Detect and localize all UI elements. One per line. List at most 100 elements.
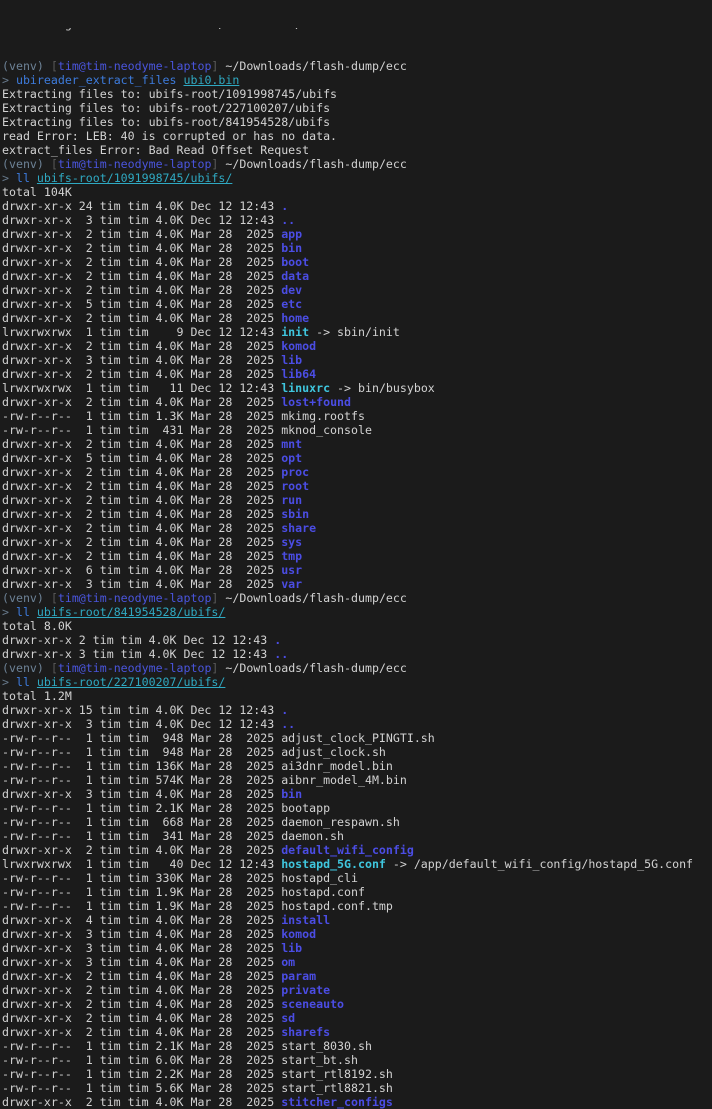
terminal-text-segment: -rw-r--r-- 1 tim tim 5.6K Mar 28 2025 st… (2, 1081, 393, 1095)
terminal-text-segment: etc (281, 297, 303, 311)
terminal-text-segment: drwxr-xr-x 2 tim tim 4.0K Mar 28 2025 (2, 339, 282, 353)
terminal-line: drwxr-xr-x 3 tim tim 4.0K Dec 12 12:43 .… (0, 213, 712, 227)
terminal-partial-top-line: Extracting files to: ubifs-root/10919987… (0, 28, 712, 31)
terminal-text-segment: drwxr-xr-x 2 tim tim 4.0K Mar 28 2025 (2, 367, 282, 381)
terminal-line: -rw-r--r-- 1 tim tim 1.9K Mar 28 2025 ho… (0, 899, 712, 913)
terminal-line: Extracting files to: ubifs-root/22710020… (0, 101, 712, 115)
terminal-line: drwxr-xr-x 5 tim tim 4.0K Mar 28 2025 et… (0, 297, 712, 311)
terminal-text-segment: total 104K (2, 185, 72, 199)
terminal-text-segment: drwxr-xr-x 24 tim tim 4.0K Dec 12 12:43 (2, 199, 282, 213)
terminal-line: drwxr-xr-x 2 tim tim 4.0K Mar 28 2025 bo… (0, 255, 712, 269)
terminal-line: drwxr-xr-x 2 tim tim 4.0K Mar 28 2025 mn… (0, 437, 712, 451)
terminal-text-segment: drwxr-xr-x 3 tim tim 4.0K Dec 12 12:43 (2, 717, 282, 731)
terminal-text-segment: ubi0.bin (183, 73, 240, 87)
terminal-line: drwxr-xr-x 2 tim tim 4.0K Mar 28 2025 pa… (0, 969, 712, 983)
terminal-line: drwxr-xr-x 2 tim tim 4.0K Mar 28 2025 ho… (0, 311, 712, 325)
terminal-text-segment: drwxr-xr-x 2 tim tim 4.0K Mar 28 2025 (2, 843, 282, 857)
terminal-text-segment: -rw-r--r-- 1 tim tim 6.0K Mar 28 2025 st… (2, 1053, 358, 1067)
terminal-text-segment: ll (15, 675, 37, 689)
terminal-line: total 8.0K (0, 619, 712, 633)
terminal-line: drwxr-xr-x 2 tim tim 4.0K Mar 28 2025 de… (0, 843, 712, 857)
terminal-text-segment: -rw-r--r-- 1 tim tim 1.9K Mar 28 2025 ho… (2, 885, 365, 899)
terminal-text-segment: Extracting files to: ubifs-root/84195452… (2, 115, 331, 129)
terminal-text-segment: bin (281, 787, 303, 801)
terminal-text-segment: drwxr-xr-x 2 tim tim 4.0K Mar 28 2025 (2, 535, 282, 549)
terminal-text-segment: drwxr-xr-x 2 tim tim 4.0K Mar 28 2025 (2, 997, 282, 1011)
terminal-line: drwxr-xr-x 2 tim tim 4.0K Mar 28 2025 lo… (0, 395, 712, 409)
terminal-text-segment: drwxr-xr-x 3 tim tim 4.0K Mar 28 2025 (2, 941, 282, 955)
terminal-text-segment: drwxr-xr-x 2 tim tim 4.0K Mar 28 2025 (2, 437, 282, 451)
terminal-text-segment: drwxr-xr-x 2 tim tim 4.0K Mar 28 2025 (2, 395, 282, 409)
terminal-text-segment: share (281, 521, 317, 535)
terminal-text-segment: (venv) (2, 591, 51, 605)
terminal-line: -rw-r--r-- 1 tim tim 668 Mar 28 2025 dae… (0, 815, 712, 829)
terminal-text-segment: -rw-r--r-- 1 tim tim 948 Mar 28 2025 adj… (2, 731, 435, 745)
terminal-text-segment: hostapd_5G.conf (281, 857, 386, 871)
terminal-text-segment: Extracting files to: ubifs-root/10919987… (2, 28, 337, 31)
terminal-line: drwxr-xr-x 4 tim tim 4.0K Mar 28 2025 in… (0, 913, 712, 927)
terminal-text-segment: tim@tim-neodyme-laptop (57, 591, 212, 605)
terminal-text-segment: (venv) (2, 59, 51, 73)
terminal-text-segment: . (274, 633, 282, 647)
terminal-line: (venv) [tim@tim-neodyme-laptop] ~/Downlo… (0, 591, 712, 605)
terminal-text-segment: drwxr-xr-x 2 tim tim 4.0K Mar 28 2025 (2, 493, 282, 507)
terminal-text-segment: [ (50, 591, 58, 605)
terminal-text-segment: proc (281, 465, 310, 479)
terminal-line: -rw-r--r-- 1 tim tim 5.6K Mar 28 2025 st… (0, 1081, 712, 1095)
terminal-text-segment: -rw-r--r-- 1 tim tim 2.2K Mar 28 2025 st… (2, 1067, 393, 1081)
terminal-text-segment: sharefs (281, 1025, 331, 1039)
terminal-text-segment: drwxr-xr-x 3 tim tim 4.0K Mar 28 2025 (2, 577, 282, 591)
terminal-line: drwxr-xr-x 2 tim tim 4.0K Mar 28 2025 ru… (0, 493, 712, 507)
terminal-text-segment: drwxr-xr-x 6 tim tim 4.0K Mar 28 2025 (2, 563, 282, 577)
terminal-text-segment: drwxr-xr-x 3 tim tim 4.0K Mar 28 2025 (2, 955, 282, 969)
terminal-line: drwxr-xr-x 2 tim tim 4.0K Mar 28 2025 bi… (0, 241, 712, 255)
terminal-text-segment: drwxr-xr-x 2 tim tim 4.0K Mar 28 2025 (2, 465, 282, 479)
terminal-text-segment: -rw-r--r-- 1 tim tim 1.3K Mar 28 2025 mk… (2, 409, 365, 423)
terminal-line: -rw-r--r-- 1 tim tim 2.2K Mar 28 2025 st… (0, 1067, 712, 1081)
terminal-text-segment: [ (50, 661, 58, 675)
terminal-line: total 104K (0, 185, 712, 199)
terminal-text-segment: sys (281, 535, 303, 549)
terminal-text-segment: drwxr-xr-x 5 tim tim 4.0K Mar 28 2025 (2, 451, 282, 465)
terminal-text-segment: drwxr-xr-x 5 tim tim 4.0K Mar 28 2025 (2, 297, 282, 311)
terminal-line: > ll ubifs-root/841954528/ubifs/ (0, 605, 712, 619)
terminal-line: lrwxrwxrwx 1 tim tim 9 Dec 12 12:43 init… (0, 325, 712, 339)
terminal-text-segment: linuxrc (281, 381, 331, 395)
terminal-line: -rw-r--r-- 1 tim tim 341 Mar 28 2025 dae… (0, 829, 712, 843)
terminal-text-segment: .. (281, 213, 296, 227)
terminal-text-segment: drwxr-xr-x 3 tim tim 4.0K Mar 28 2025 (2, 787, 282, 801)
terminal-text-segment: param (281, 969, 317, 983)
terminal-text-segment: ubifs-root/841954528/ubifs/ (36, 605, 226, 619)
terminal-line: drwxr-xr-x 3 tim tim 4.0K Mar 28 2025 om (0, 955, 712, 969)
terminal-line: -rw-r--r-- 1 tim tim 431 Mar 28 2025 mkn… (0, 423, 712, 437)
terminal-text-segment: lrwxrwxrwx 1 tim tim 9 Dec 12 12:43 (2, 325, 282, 339)
terminal-line: > ll ubifs-root/227100207/ubifs/ (0, 675, 712, 689)
terminal-text-segment: drwxr-xr-x 2 tim tim 4.0K Mar 28 2025 (2, 255, 282, 269)
terminal-text-segment: private (281, 983, 331, 997)
terminal-text-segment: -rw-r--r-- 1 tim tim 330K Mar 28 2025 ho… (2, 871, 358, 885)
terminal-text-segment: om (281, 955, 296, 969)
terminal-text-segment: .. (274, 647, 289, 661)
terminal-text-segment: lib (281, 353, 303, 367)
terminal-text-segment: drwxr-xr-x 3 tim tim 4.0K Dec 12 12:43 (2, 647, 275, 661)
terminal-line: -rw-r--r-- 1 tim tim 1.9K Mar 28 2025 ho… (0, 885, 712, 899)
terminal-text-segment: drwxr-xr-x 2 tim tim 4.0K Mar 28 2025 (2, 507, 282, 521)
terminal-line: drwxr-xr-x 2 tim tim 4.0K Mar 28 2025 ro… (0, 479, 712, 493)
terminal-text-segment: drwxr-xr-x 2 tim tim 4.0K Mar 28 2025 (2, 283, 282, 297)
terminal-text-segment: ll (15, 171, 37, 185)
terminal-text-segment: drwxr-xr-x 2 tim tim 4.0K Dec 12 12:43 (2, 633, 275, 647)
terminal-text-segment: [ (50, 157, 58, 171)
terminal-line: drwxr-xr-x 2 tim tim 4.0K Mar 28 2025 da… (0, 269, 712, 283)
terminal-line: drwxr-xr-x 2 tim tim 4.0K Mar 28 2025 pr… (0, 465, 712, 479)
terminal-text-segment: boot (281, 255, 310, 269)
terminal-text-segment: > (2, 675, 16, 689)
terminal-text-segment: total 8.0K (2, 619, 72, 633)
terminal-text-segment: Extracting files to: ubifs-root/10919987… (2, 87, 338, 101)
terminal-window[interactable]: Extracting files to: ubifs-root/10919987… (0, 0, 712, 1109)
terminal-text-segment: drwxr-xr-x 15 tim tim 4.0K Dec 12 12:43 (2, 703, 282, 717)
terminal-text-segment: drwxr-xr-x 2 tim tim 4.0K Mar 28 2025 (2, 549, 282, 563)
terminal-line: drwxr-xr-x 2 tim tim 4.0K Mar 28 2025 sc… (0, 997, 712, 1011)
terminal-text-segment: > (2, 171, 16, 185)
terminal-text-segment: bin (281, 241, 303, 255)
terminal-text-segment: run (281, 493, 303, 507)
